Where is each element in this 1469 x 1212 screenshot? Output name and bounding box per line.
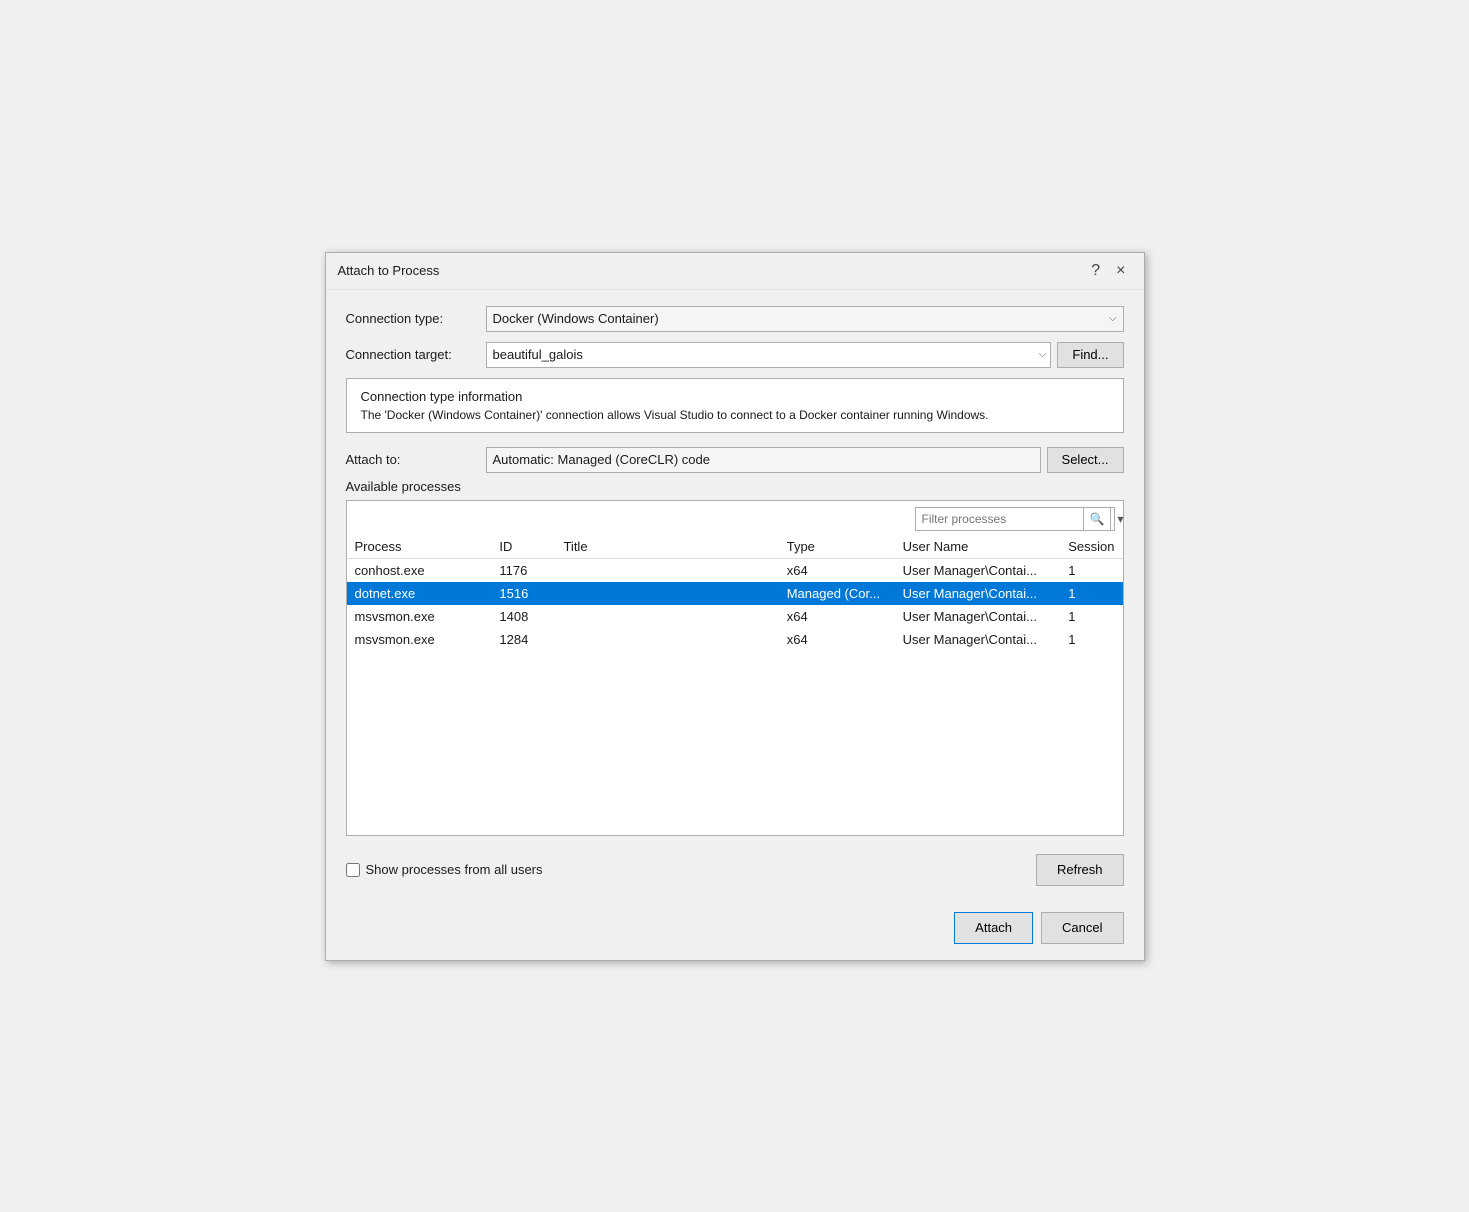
process-table-header: Process ID Title Type User Name Session xyxy=(347,535,1123,559)
help-button[interactable]: ? xyxy=(1085,261,1106,281)
header-row: Process ID Title Type User Name Session xyxy=(347,535,1123,559)
table-cell: 1516 xyxy=(491,582,555,605)
available-processes-label: Available processes xyxy=(346,479,1124,494)
title-bar-left: Attach to Process xyxy=(338,263,440,278)
table-cell: User Manager\Contai... xyxy=(895,558,1061,582)
select-button[interactable]: Select... xyxy=(1047,447,1124,473)
attach-to-row: Attach to: Automatic: Managed (CoreCLR) … xyxy=(346,447,1124,473)
connection-target-value: beautiful_galois xyxy=(493,347,583,362)
col-title: Title xyxy=(555,535,778,559)
table-cell xyxy=(555,628,778,651)
attach-to-value: Automatic: Managed (CoreCLR) code xyxy=(493,452,711,467)
connection-target-row: Connection target: beautiful_galois ⌵ Fi… xyxy=(346,342,1124,368)
filter-bar: 🔍 ▾ xyxy=(347,501,1123,535)
table-row[interactable]: conhost.exe1176 x64User Manager\Contai...… xyxy=(347,558,1123,582)
attach-to-label: Attach to: xyxy=(346,452,486,467)
table-cell xyxy=(555,605,778,628)
chevron-down-icon: ⌵ xyxy=(1039,349,1047,360)
connection-type-value: Docker (Windows Container) xyxy=(493,311,659,326)
table-cell: 1 xyxy=(1060,558,1122,582)
connection-type-label: Connection type: xyxy=(346,311,486,326)
table-cell: 1176 xyxy=(491,558,555,582)
table-cell xyxy=(555,582,778,605)
col-username: User Name xyxy=(895,535,1061,559)
show-all-users-checkbox[interactable] xyxy=(346,863,360,877)
find-button[interactable]: Find... xyxy=(1057,342,1123,368)
filter-processes-input[interactable] xyxy=(916,510,1083,528)
attach-to-input: Automatic: Managed (CoreCLR) code xyxy=(486,447,1041,473)
table-cell: Managed (Cor... xyxy=(779,582,895,605)
filter-dropdown-button[interactable]: ▾ xyxy=(1110,508,1129,530)
refresh-button[interactable]: Refresh xyxy=(1036,854,1124,886)
table-cell: 1284 xyxy=(491,628,555,651)
close-button[interactable]: × xyxy=(1110,261,1131,281)
dialog-body: Connection type: Docker (Windows Contain… xyxy=(326,290,1144,902)
table-cell: 1 xyxy=(1060,628,1122,651)
cancel-button[interactable]: Cancel xyxy=(1041,912,1123,944)
connection-type-control: Docker (Windows Container) ⌵ xyxy=(486,306,1124,332)
col-id: ID xyxy=(491,535,555,559)
process-table-container: Process ID Title Type User Name Session … xyxy=(347,535,1123,835)
table-row[interactable]: dotnet.exe1516 Managed (Cor...User Manage… xyxy=(347,582,1123,605)
connection-target-control: beautiful_galois ⌵ Find... xyxy=(486,342,1124,368)
show-all-users-label[interactable]: Show processes from all users xyxy=(346,862,543,877)
col-process: Process xyxy=(347,535,492,559)
table-cell xyxy=(555,558,778,582)
show-all-users-text: Show processes from all users xyxy=(366,862,543,877)
table-cell: 1408 xyxy=(491,605,555,628)
connection-target-input[interactable]: beautiful_galois ⌵ xyxy=(486,342,1052,368)
table-cell: x64 xyxy=(779,628,895,651)
info-section: Connection type information The 'Docker … xyxy=(346,378,1124,433)
chevron-down-icon: ⌵ xyxy=(1109,313,1117,324)
table-cell: x64 xyxy=(779,605,895,628)
filter-input-wrap: 🔍 ▾ xyxy=(915,507,1115,531)
table-cell: x64 xyxy=(779,558,895,582)
table-cell: conhost.exe xyxy=(347,558,492,582)
dialog-footer: Attach Cancel xyxy=(326,902,1144,960)
info-title: Connection type information xyxy=(361,389,1109,404)
attach-button[interactable]: Attach xyxy=(954,912,1033,944)
table-cell: 1 xyxy=(1060,582,1122,605)
table-row[interactable]: msvsmon.exe1408 x64User Manager\Contai...… xyxy=(347,605,1123,628)
bottom-bar: Show processes from all users Refresh xyxy=(346,846,1124,890)
available-processes-section: 🔍 ▾ Process ID Title Type User Name Sess… xyxy=(346,500,1124,836)
process-table: Process ID Title Type User Name Session … xyxy=(347,535,1123,651)
attach-to-process-dialog: Attach to Process ? × Connection type: D… xyxy=(325,252,1145,961)
table-cell: 1 xyxy=(1060,605,1122,628)
table-cell: User Manager\Contai... xyxy=(895,605,1061,628)
title-bar: Attach to Process ? × xyxy=(326,253,1144,290)
table-cell: msvsmon.exe xyxy=(347,628,492,651)
title-bar-controls: ? × xyxy=(1085,261,1131,281)
connection-target-label: Connection target: xyxy=(346,347,486,362)
connection-type-select[interactable]: Docker (Windows Container) ⌵ xyxy=(486,306,1124,332)
attach-to-control: Automatic: Managed (CoreCLR) code Select… xyxy=(486,447,1124,473)
table-cell: User Manager\Contai... xyxy=(895,628,1061,651)
search-icon[interactable]: 🔍 xyxy=(1083,508,1111,530)
dialog-title: Attach to Process xyxy=(338,263,440,278)
table-row[interactable]: msvsmon.exe1284 x64User Manager\Contai...… xyxy=(347,628,1123,651)
info-text: The 'Docker (Windows Container)' connect… xyxy=(361,408,1109,422)
col-type: Type xyxy=(779,535,895,559)
process-table-body: conhost.exe1176x64User Manager\Contai...… xyxy=(347,558,1123,651)
table-cell: User Manager\Contai... xyxy=(895,582,1061,605)
connection-type-row: Connection type: Docker (Windows Contain… xyxy=(346,306,1124,332)
table-cell: msvsmon.exe xyxy=(347,605,492,628)
table-cell: dotnet.exe xyxy=(347,582,492,605)
col-session: Session xyxy=(1060,535,1122,559)
